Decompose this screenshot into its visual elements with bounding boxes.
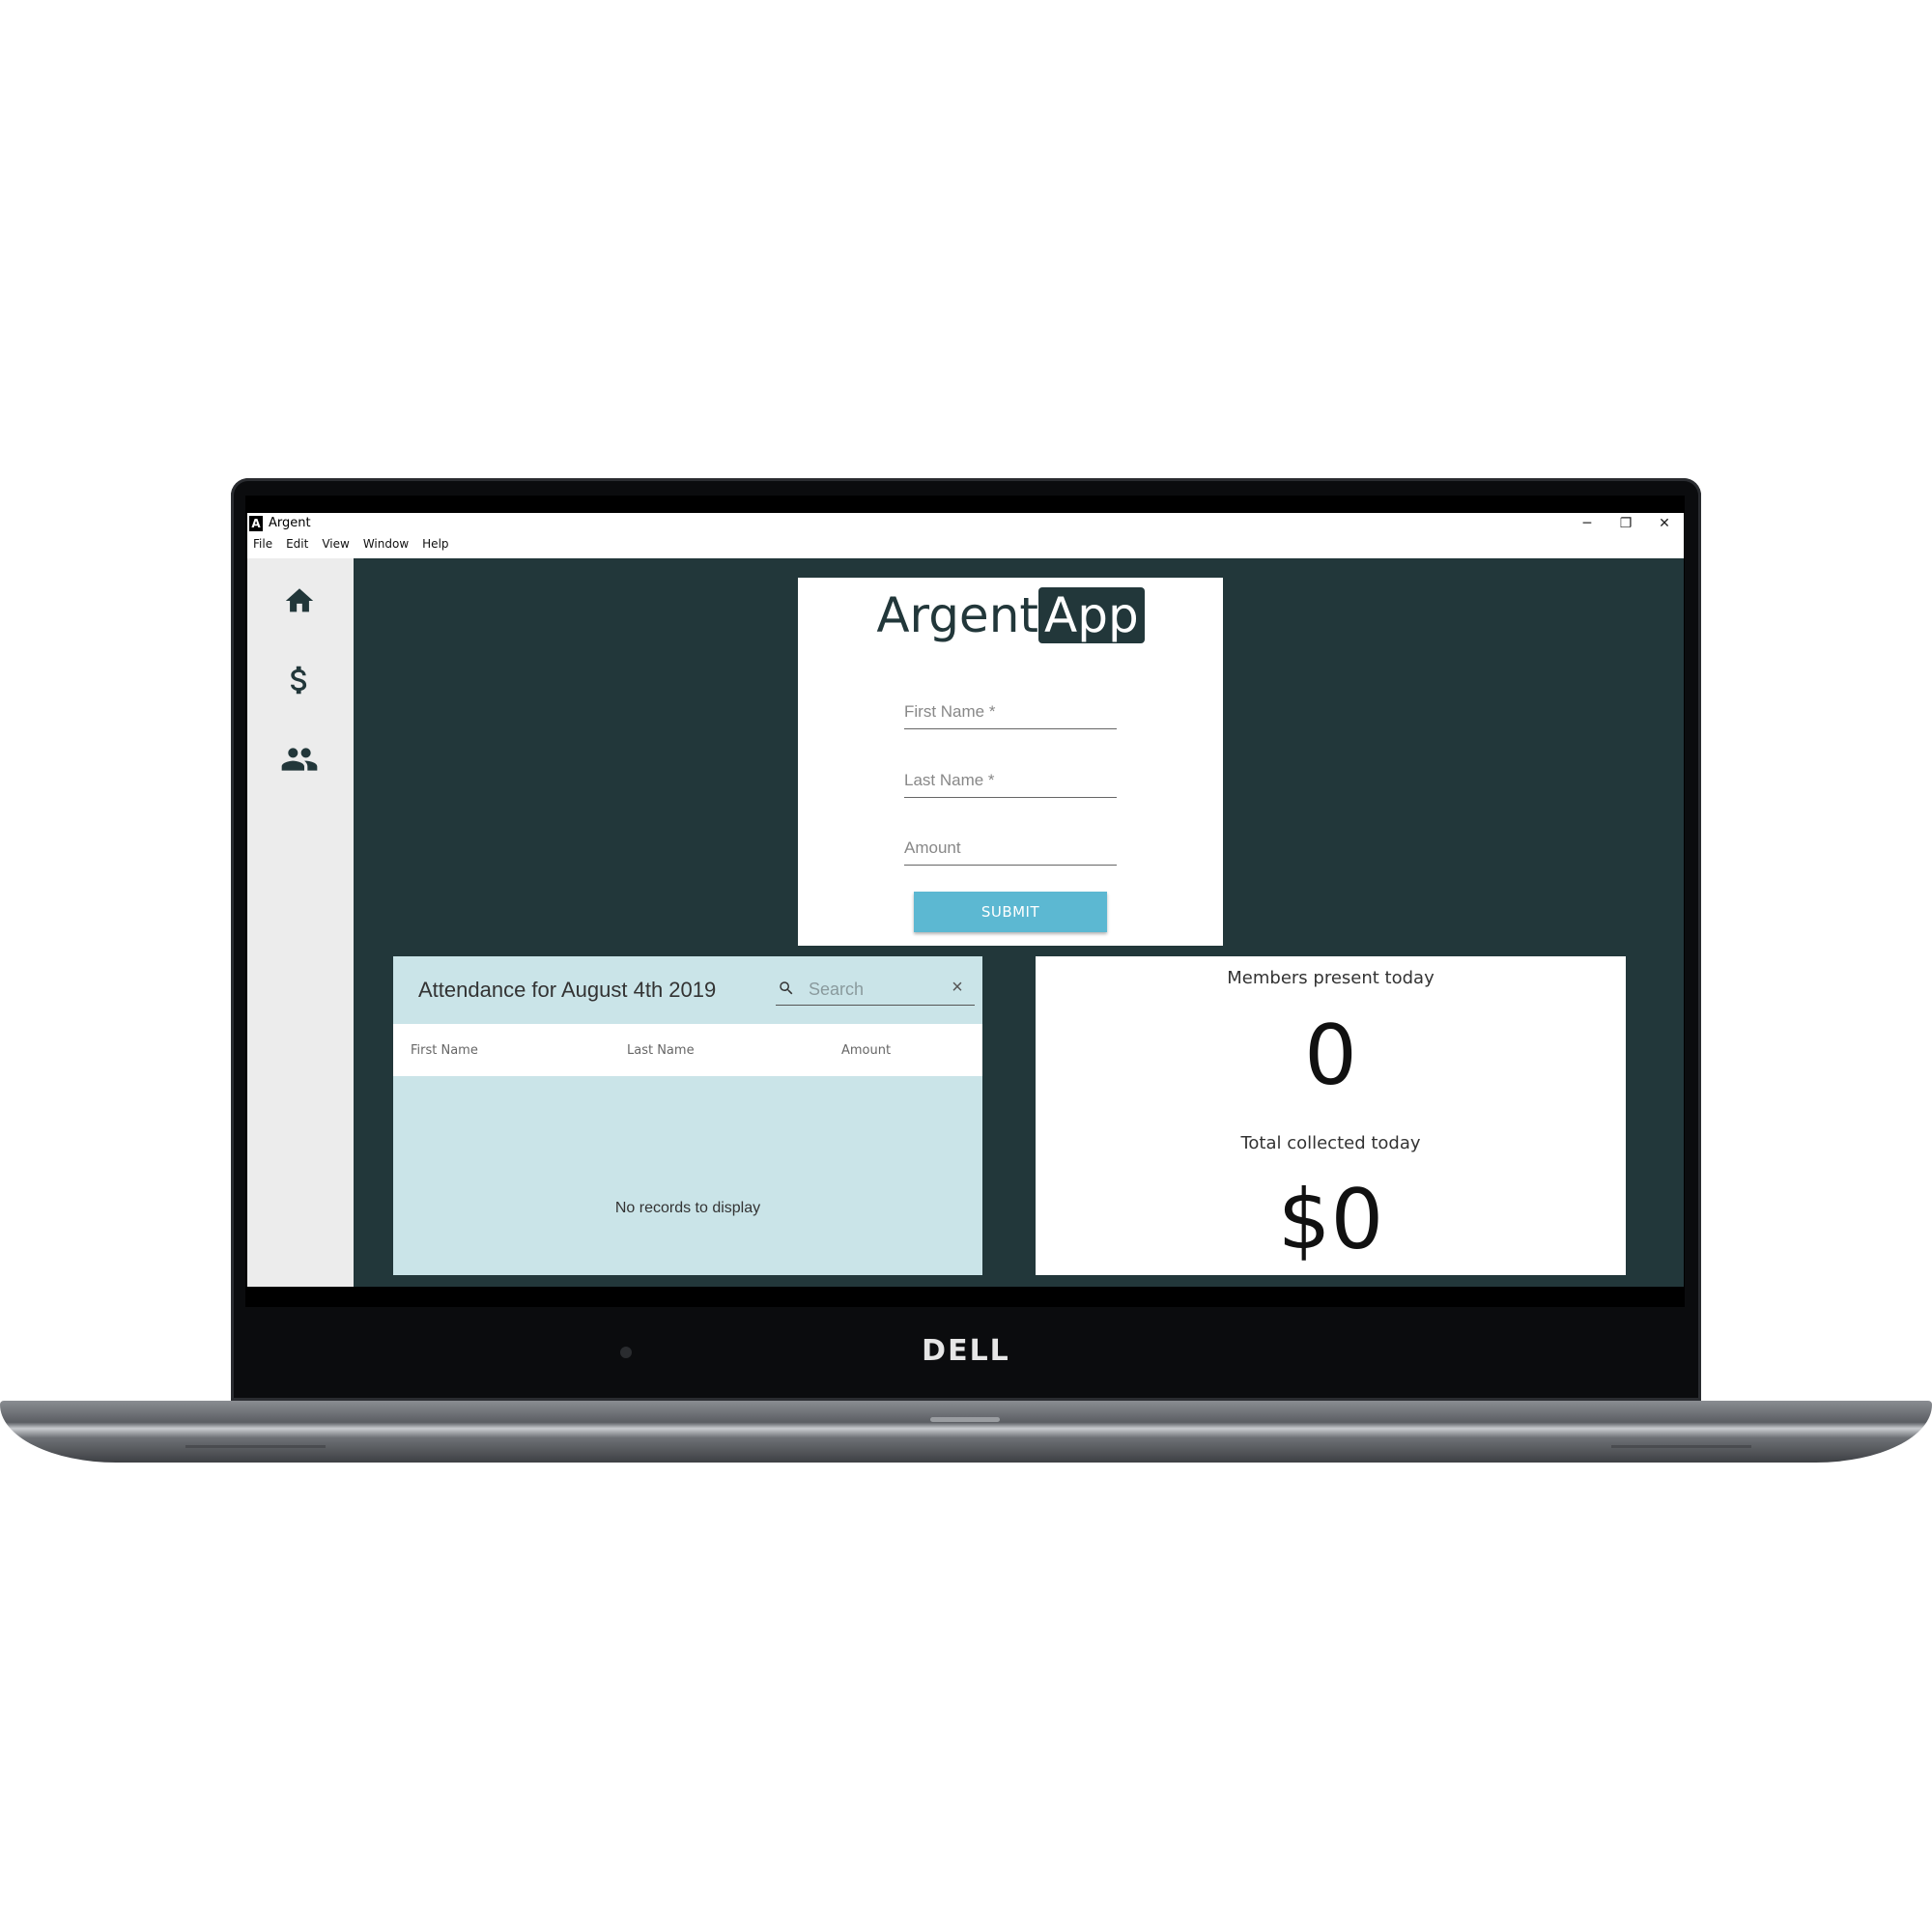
members-present-label: Members present today [1227,968,1435,988]
brand-title: Argent App [798,587,1223,643]
column-header-first-name[interactable]: First Name [411,1043,478,1058]
menu-window[interactable]: Window [363,537,409,554]
minimize-button[interactable]: ─ [1568,513,1606,534]
main-content: ArgentApp SUBMIT Attendance for August 4… [354,558,1684,1287]
laptop-base [0,1401,1932,1463]
restore-button[interactable]: ❐ [1606,513,1645,534]
first-name-field[interactable] [904,696,1117,729]
entry-form-card: ArgentApp SUBMIT [798,578,1223,946]
window-title: Argent [269,516,311,530]
speaker-grille-left [185,1445,326,1448]
column-header-amount[interactable]: Amount [841,1043,891,1058]
attendance-table-card: Attendance for August 4th 2019 × First N… [393,956,982,1275]
people-icon [281,748,318,771]
empty-table-message: No records to display [614,1200,761,1216]
sidebar-item-payments[interactable] [272,653,327,707]
sidebar [247,558,354,1287]
last-name-field[interactable] [904,764,1117,798]
sidebar-item-home[interactable] [272,574,327,628]
column-header-last-name[interactable]: Last Name [627,1043,695,1058]
total-collected-label: Total collected today [1240,1133,1421,1153]
menu-bar: File Edit View Window Help [253,537,449,554]
search-input[interactable] [807,974,946,1005]
amount-field[interactable] [904,832,1117,866]
members-present-value: 0 [1304,1008,1357,1104]
table-title: Attendance for August 4th 2019 [418,978,717,1002]
close-button[interactable]: ✕ [1645,513,1684,534]
total-collected-value: $0 [1277,1172,1384,1268]
submit-button[interactable]: SUBMIT [914,892,1107,932]
title-bar: A Argent ─ ❐ ✕ [247,513,1684,534]
table-header-row: First Name Last Name Amount [393,1024,982,1076]
dollar-icon [291,666,307,695]
home-icon [285,588,314,612]
search-icon [780,981,793,995]
lid-notch [930,1417,1000,1422]
table-toolbar: Attendance for August 4th 2019 × [393,956,982,1024]
menu-help[interactable]: Help [422,537,448,554]
brand-title-highlight: App [1038,587,1145,643]
app-icon: A [249,516,263,531]
menu-file[interactable]: File [253,537,272,554]
menu-view[interactable]: View [322,537,349,554]
search-box: × [776,972,975,1006]
speaker-grille-right [1611,1445,1751,1448]
brand-title-plain: Argent [876,587,1038,643]
daily-stats-card: Members present today 0 Total collected … [1036,956,1626,1275]
webcam [620,1347,632,1358]
menu-edit[interactable]: Edit [286,537,308,554]
sidebar-item-members[interactable] [272,732,327,786]
clear-search-icon[interactable]: × [948,978,967,997]
brand-logo: DELL [922,1334,1010,1368]
app-window: A Argent ─ ❐ ✕ File Edit View Window Hel… [247,513,1684,1287]
